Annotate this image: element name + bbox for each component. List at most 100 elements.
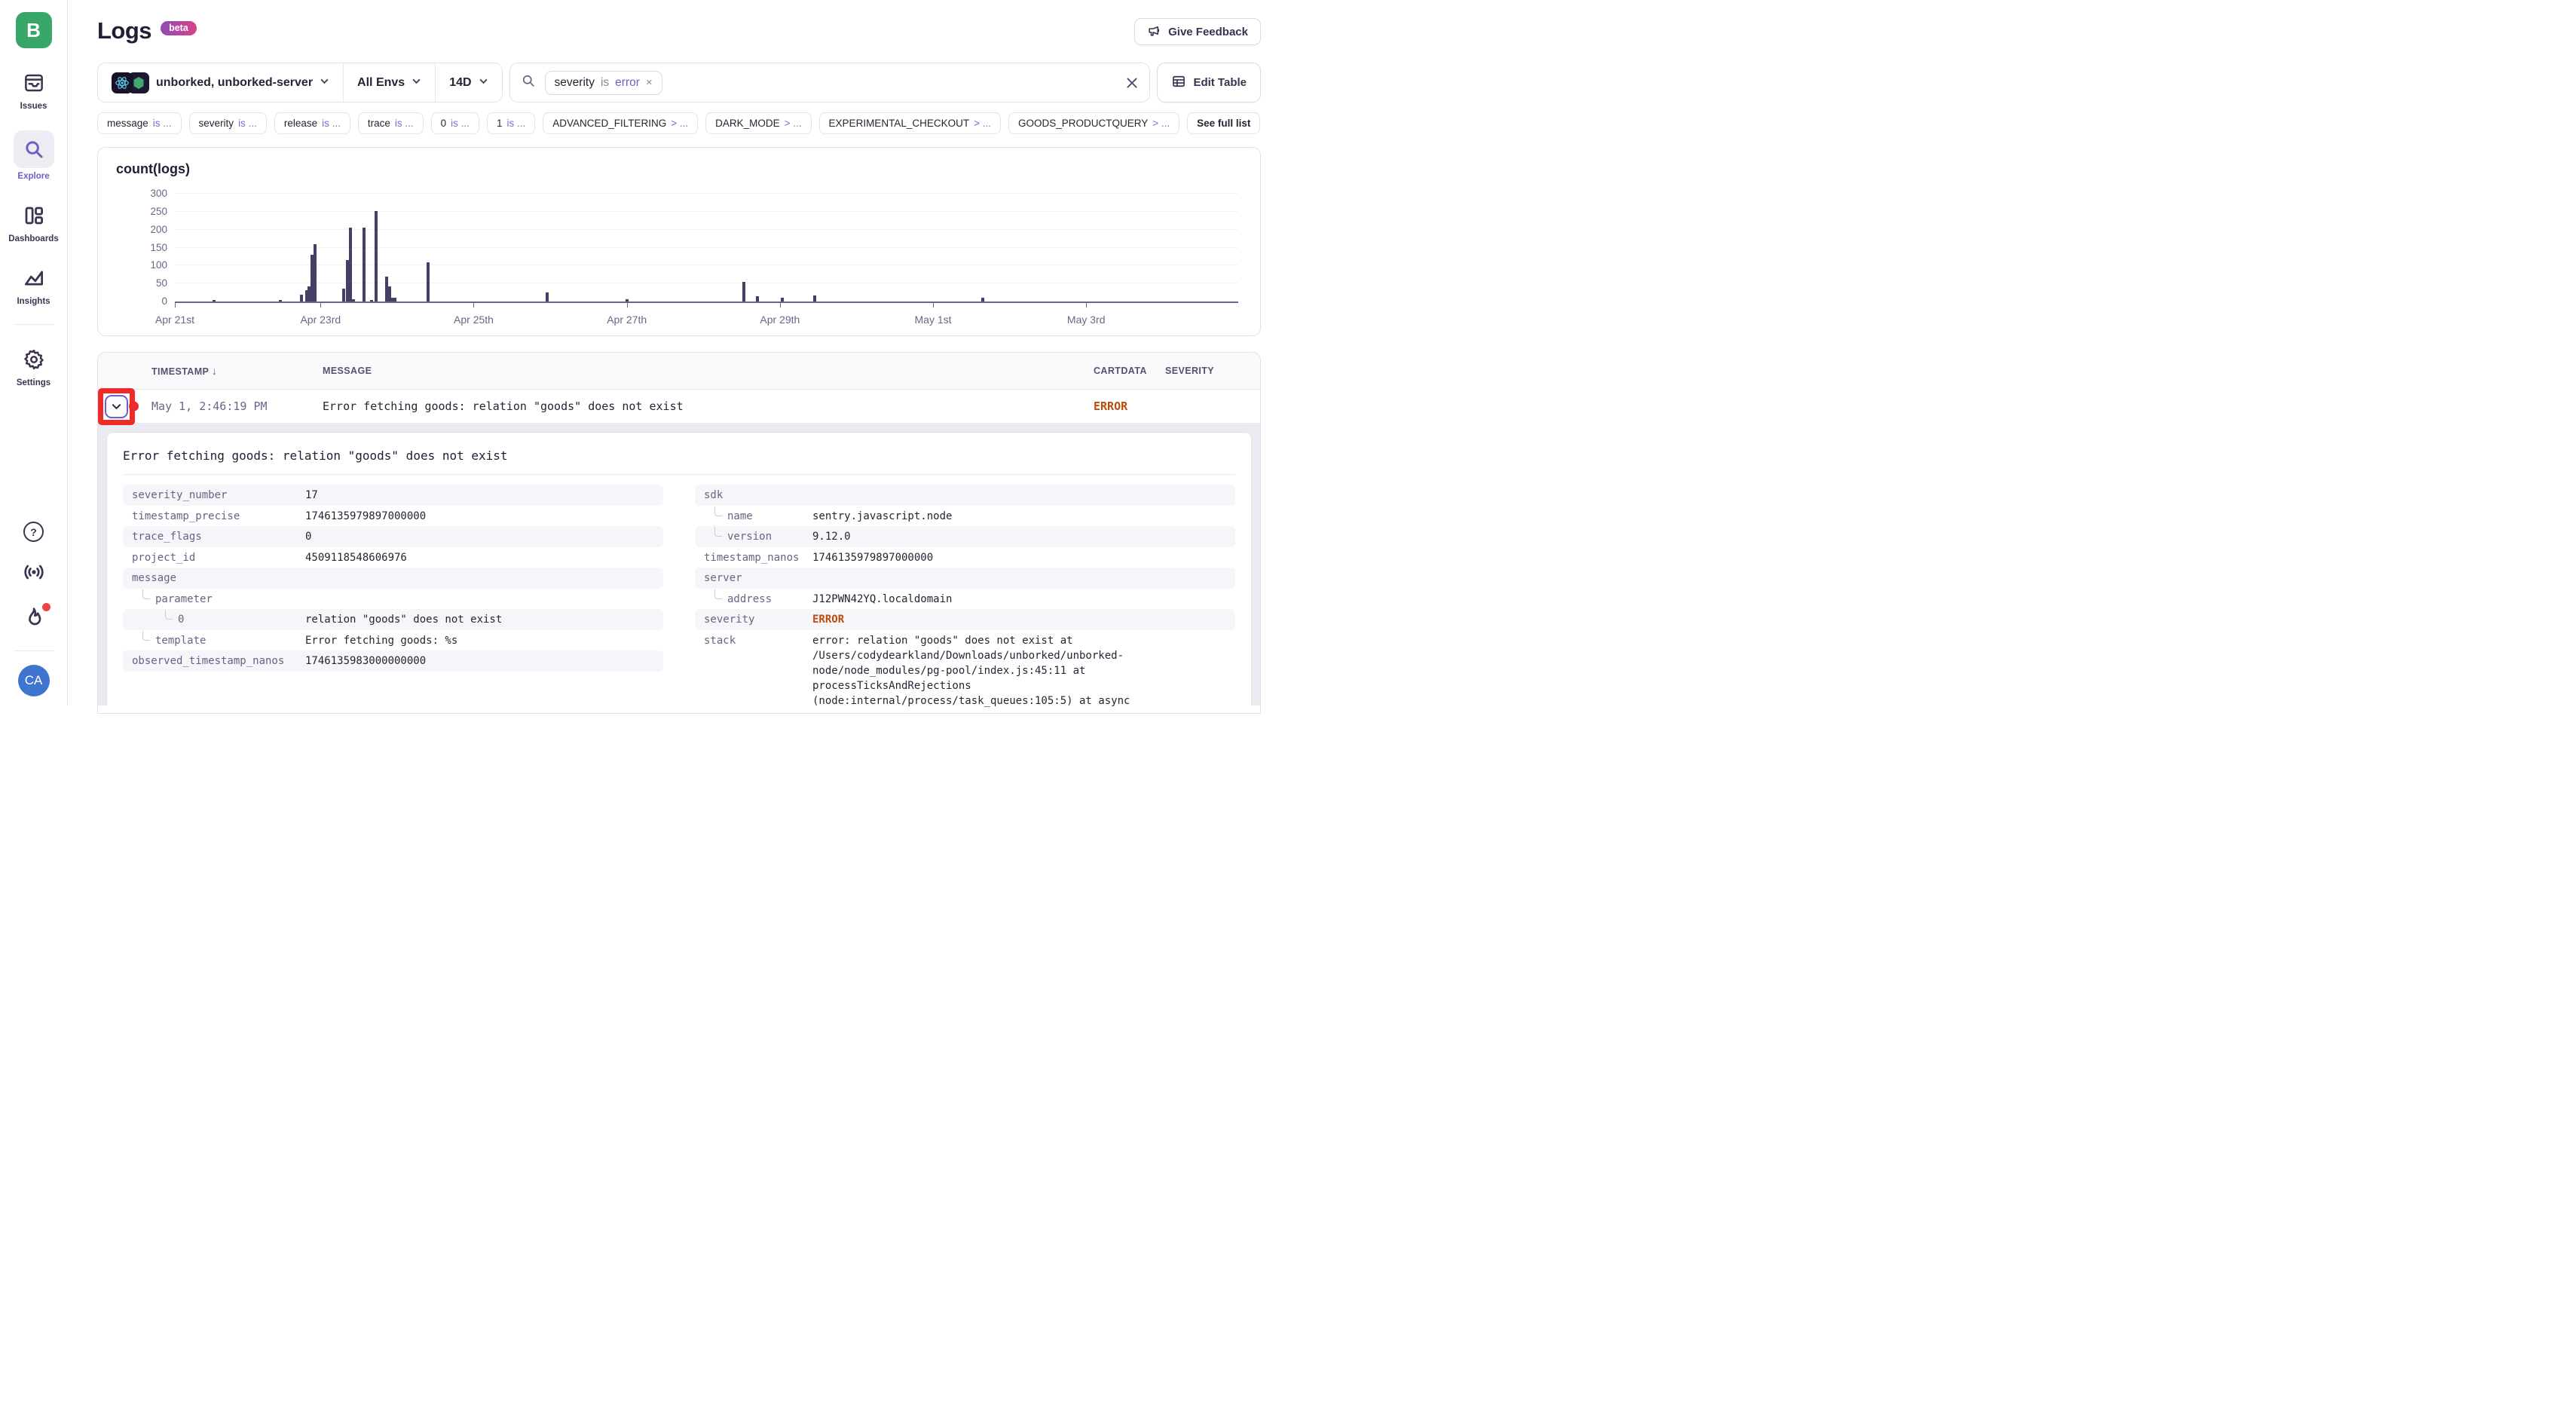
column-header-timestamp[interactable]: TIMESTAMP ↓: [151, 365, 323, 377]
table-icon: [1171, 74, 1186, 92]
row-expand-button[interactable]: [105, 395, 128, 418]
detail-field-value: relation "goods" does not exist: [305, 612, 502, 627]
sidebar-item-explore[interactable]: Explore: [14, 130, 54, 181]
edit-table-label: Edit Table: [1193, 76, 1247, 89]
chart-bar[interactable]: [546, 292, 549, 301]
detail-field-value: 1746135979897000000: [812, 550, 933, 565]
schema-chip[interactable]: DARK_MODE> ...: [705, 112, 811, 134]
tree-elbow-icon: [142, 589, 150, 599]
sidebar-item-label: Settings: [17, 378, 50, 387]
detail-fields-left: severity_number17timestamp_precise174613…: [123, 485, 663, 709]
x-axis-tick: [175, 303, 176, 308]
schema-chip[interactable]: ADVANCED_FILTERING> ...: [543, 112, 698, 134]
column-header-cartdata[interactable]: CARTDATA: [1094, 366, 1165, 376]
sidebar-item-dashboards[interactable]: Dashboards: [8, 200, 58, 243]
detail-field-key: severity_number: [132, 488, 305, 503]
chart-bar[interactable]: [352, 299, 355, 301]
y-axis-tick-label: 0: [137, 295, 167, 307]
search-icon: [521, 73, 536, 92]
sidebar-item-issues[interactable]: Issues: [14, 68, 54, 111]
chart-bar[interactable]: [393, 298, 396, 301]
chart-bar[interactable]: [363, 228, 366, 301]
y-axis-tick-label: 200: [137, 224, 167, 235]
detail-field-row: observed_timestamp_nanos1746135983000000…: [123, 650, 663, 672]
schema-chip[interactable]: EXPERIMENTAL_CHECKOUT> ...: [819, 112, 1001, 134]
detail-field-key: name: [704, 509, 812, 524]
give-feedback-button[interactable]: Give Feedback: [1134, 18, 1261, 45]
chart-title: count(logs): [116, 161, 1260, 177]
chart-bar[interactable]: [349, 228, 352, 301]
org-logo[interactable]: B: [16, 12, 52, 48]
sidebar-item-insights[interactable]: Insights: [14, 263, 54, 306]
edit-table-button[interactable]: Edit Table: [1157, 63, 1261, 103]
table-header-row: TIMESTAMP ↓ MESSAGE CARTDATA SEVERITY: [98, 353, 1260, 390]
column-header-message[interactable]: MESSAGE: [323, 366, 1094, 376]
detail-field-row: parameter: [123, 589, 663, 610]
sidebar-item-label: Dashboards: [8, 234, 58, 243]
detail-field-value: J12PWN42YQ.localdomain: [812, 592, 952, 607]
detail-field-row: 0relation "goods" does not exist: [123, 609, 663, 630]
schema-chips-row: messageis ... severityis ... releaseis ...…: [97, 112, 1261, 134]
detail-field-key: template: [132, 633, 305, 648]
chart-bar[interactable]: [813, 295, 816, 301]
tree-elbow-icon: [714, 507, 722, 516]
log-row[interactable]: May 1, 2:46:19 PM Error fetching goods: …: [98, 390, 1260, 423]
detail-field-value: 9.12.0: [812, 529, 851, 544]
chart-bar[interactable]: [981, 298, 984, 301]
y-axis-tick-label: 100: [137, 259, 167, 271]
chart-bar[interactable]: [781, 298, 784, 301]
environment-selector[interactable]: All Envs: [344, 63, 435, 102]
x-axis-tick: [627, 303, 628, 308]
detail-field-key: observed_timestamp_nanos: [132, 653, 305, 669]
bar-chart[interactable]: 050100150200250300Apr 21stApr 23rdApr 25…: [175, 195, 1238, 303]
x-axis-tick-label: Apr 29th: [760, 314, 800, 326]
x-axis-tick-label: Apr 25th: [454, 314, 494, 326]
chart-bar[interactable]: [279, 300, 282, 301]
chart-bar[interactable]: [213, 300, 216, 301]
chart-bar[interactable]: [427, 262, 430, 301]
chart-bar[interactable]: [626, 299, 629, 301]
whats-new-button[interactable]: [23, 606, 45, 634]
broadcast-button[interactable]: [22, 562, 46, 586]
chart-bar[interactable]: [370, 300, 373, 301]
chart-bar[interactable]: [300, 295, 303, 301]
sidebar: B Issues Explore Dashboards Insights: [0, 0, 68, 706]
schema-chip[interactable]: traceis ...: [358, 112, 424, 134]
chart-bar[interactable]: [314, 244, 317, 301]
search-clear-button[interactable]: [1125, 76, 1139, 90]
megaphone-icon: [1147, 23, 1161, 41]
schema-chip[interactable]: GOODS_PRODUCTQUERY> ...: [1008, 112, 1179, 134]
search-token-severity[interactable]: severity is error ×: [545, 71, 662, 95]
filter-row: unborked, unborked-server All Envs 14D: [97, 63, 1261, 103]
x-axis-tick: [473, 303, 474, 308]
see-full-list-chip[interactable]: See full list: [1187, 112, 1260, 134]
schema-chip[interactable]: 1is ...: [487, 112, 535, 134]
column-header-severity[interactable]: SEVERITY: [1165, 366, 1260, 376]
row-timestamp: May 1, 2:46:19 PM: [151, 399, 323, 413]
chart-bar[interactable]: [375, 211, 378, 301]
user-avatar[interactable]: CA: [18, 665, 50, 696]
schema-chip[interactable]: releaseis ...: [274, 112, 350, 134]
token-value: error: [615, 76, 640, 90]
logs-table: TIMESTAMP ↓ MESSAGE CARTDATA SEVERITY Ma…: [97, 352, 1261, 714]
give-feedback-label: Give Feedback: [1168, 26, 1248, 38]
row-severity-badge: ERROR: [1094, 399, 1165, 413]
schema-chip[interactable]: severityis ...: [189, 112, 267, 134]
sidebar-item-settings[interactable]: Settings: [14, 344, 54, 387]
token-key: severity: [555, 76, 595, 90]
token-remove-icon[interactable]: ×: [646, 76, 653, 89]
schema-chip[interactable]: 0is ...: [431, 112, 479, 134]
schema-chip[interactable]: messageis ...: [97, 112, 182, 134]
chart-bar[interactable]: [742, 282, 745, 301]
detail-field-row: message: [123, 568, 663, 589]
chart-bar[interactable]: [756, 296, 759, 301]
detail-field-row: severityERROR: [695, 609, 1235, 630]
project-selector[interactable]: unborked, unborked-server: [98, 63, 343, 102]
gridline: [175, 229, 1238, 230]
help-button[interactable]: ?: [23, 522, 44, 542]
search-bar[interactable]: severity is error ×: [509, 63, 1151, 103]
detail-field-key: timestamp_nanos: [704, 550, 812, 565]
x-axis-tick-label: May 1st: [915, 314, 952, 326]
date-range-selector[interactable]: 14D: [436, 63, 501, 102]
detail-field-row: server: [695, 568, 1235, 589]
